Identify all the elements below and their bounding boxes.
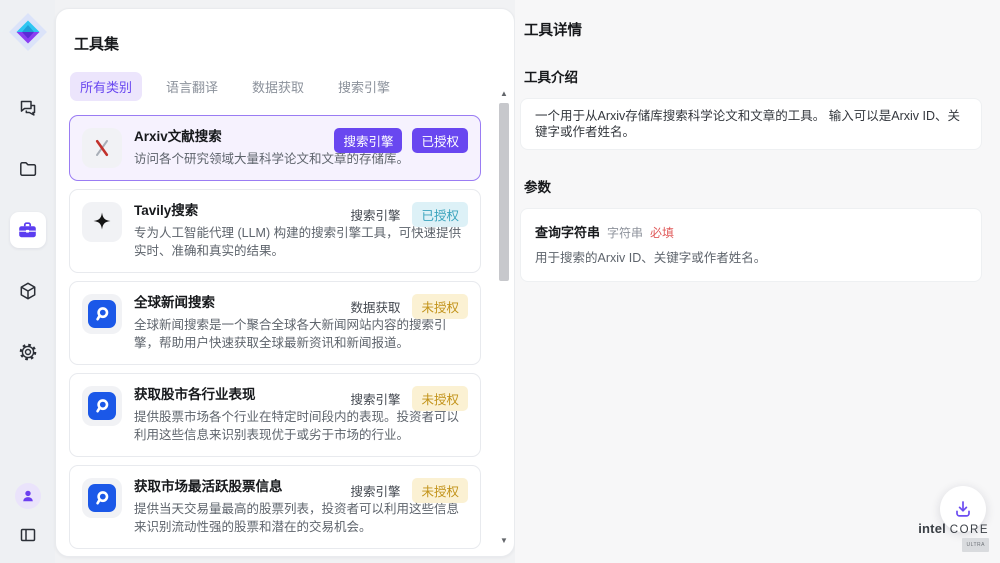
tool-status-badge: 未授权 [412,386,468,411]
tab-所有类别[interactable]: 所有类别 [70,72,142,101]
news-search-icon [88,300,116,328]
scroll-up-arrow[interactable]: ▲ [500,89,508,101]
sidebar-item-files[interactable] [10,151,46,187]
toolset-title: 工具集 [74,33,514,54]
parameter-description: 用于搜索的Arxiv ID、关键字或作者姓名。 [535,250,967,266]
cube-icon [18,281,38,301]
scroll-down-arrow[interactable]: ▼ [500,536,508,548]
tool-badges: 搜索引擎 未授权 [348,478,468,503]
tab-数据获取[interactable]: 数据获取 [242,72,314,101]
tool-description: 全球新闻搜索是一个聚合全球各大新闻网站内容的搜索引擎，帮助用户快速获取全球最新资… [134,316,464,352]
sidebar-item-toolbox[interactable] [10,212,46,248]
user-icon [20,488,36,504]
tool-category-badge: 搜索引擎 [334,128,402,153]
tool-intro-card: 一个用于从Arxiv存储库搜索科学论文和文章的工具。 输入可以是Arxiv ID… [520,98,982,150]
tool-card[interactable]: 获取股市各行业表现 提供股票市场各个行业在特定时间段内的表现。投资者可以利用这些… [69,373,481,457]
toolbox-icon [17,220,38,241]
tool-icon [82,478,122,518]
tool-icon [82,386,122,426]
gear-icon [18,342,38,362]
collapse-sidebar-button[interactable] [14,521,42,549]
arxiv-icon [90,136,114,160]
chat-icon [18,98,38,118]
tool-details-panel: 工具详情 工具介绍 一个用于从Arxiv存储库搜索科学论文和文章的工具。 输入可… [515,0,1000,563]
toolset-panel: 工具集 所有类别语言翻译数据获取搜索引擎 Arxiv文献搜索 访问各个研究领域大… [55,8,515,557]
tavily-icon [91,211,113,233]
tool-description: 提供股票市场各个行业在特定时间段内的表现。投资者可以利用这些信息来识别表现优于或… [134,408,464,444]
left-sidebar [0,0,55,563]
tool-status-badge: 已授权 [412,128,468,153]
tool-badges: 搜索引擎 已授权 [334,128,468,153]
tool-badges: 数据获取 未授权 [348,294,468,319]
tool-status-badge: 未授权 [412,478,468,503]
parameter-required-flag: 必填 [650,224,674,241]
tool-category-badge: 数据获取 [348,294,402,319]
tool-category-badge: 搜索引擎 [348,386,402,411]
tab-语言翻译[interactable]: 语言翻译 [156,72,228,101]
details-title: 工具详情 [524,19,982,40]
tab-搜索引擎[interactable]: 搜索引擎 [328,72,400,101]
panel-toggle-icon [19,526,37,544]
news-search-icon [88,392,116,420]
sidebar-bottom [14,483,42,549]
tool-card[interactable]: 获取市场最活跃股票信息 提供当天交易量最高的股票列表，投资者可以利用这些信息来识… [69,465,481,549]
parameter-type: 字符串 [607,224,643,241]
brand-ultra-badge: ULTRA [962,538,989,552]
tool-badges: 搜索引擎 已授权 [348,202,468,227]
sidebar-item-chat[interactable] [10,90,46,126]
tool-icon [82,202,122,242]
tool-description: 专为人工智能代理 (LLM) 构建的搜索引擎工具，可快速提供实时、准确和真实的结… [134,224,464,260]
tool-list-scrollbar[interactable]: ▲ ▼ [497,89,511,548]
parameter-header: 查询字符串 字符串 必填 [535,222,967,241]
intel-core-logo: intel CORE ULTRA [918,523,989,552]
scrollbar-thumb[interactable] [499,103,509,281]
params-heading: 参数 [524,176,982,196]
brand-core-text: CORE [950,524,989,536]
tool-card[interactable]: Arxiv文献搜索 访问各个研究领域大量科学论文和文章的存储库。 搜索引擎 已授… [69,115,481,181]
parameter-card: 查询字符串 字符串 必填 用于搜索的Arxiv ID、关键字或作者姓名。 [520,208,982,282]
scrollbar-track[interactable] [498,101,510,536]
tool-description: 提供当天交易量最高的股票列表，投资者可以利用这些信息来识别流动性强的股票和潜在的… [134,500,464,536]
tool-category-badge: 搜索引擎 [348,202,402,227]
sidebar-nav [10,90,46,370]
user-avatar[interactable] [15,483,41,509]
news-search-icon [88,484,116,512]
tool-category-badge: 搜索引擎 [348,478,402,503]
tool-icon [82,128,122,168]
tool-card[interactable]: 全球新闻搜索 全球新闻搜索是一个聚合全球各大新闻网站内容的搜索引擎，帮助用户快速… [69,281,481,365]
download-icon [953,499,973,519]
sidebar-item-models[interactable] [10,273,46,309]
tool-status-badge: 已授权 [412,202,468,227]
intro-heading: 工具介绍 [524,66,982,86]
parameter-name: 查询字符串 [535,222,600,241]
folder-icon [18,159,38,179]
tool-badges: 搜索引擎 未授权 [348,386,468,411]
brand-intel-text: intel [918,521,946,536]
sidebar-item-settings[interactable] [10,334,46,370]
category-tabs: 所有类别语言翻译数据获取搜索引擎 [70,72,514,101]
tool-card[interactable]: Tavily搜索 专为人工智能代理 (LLM) 构建的搜索引擎工具，可快速提供实… [69,189,481,273]
tool-icon [82,294,122,334]
tool-list: Arxiv文献搜索 访问各个研究领域大量科学论文和文章的存储库。 搜索引擎 已授… [69,115,481,557]
app-logo [8,12,48,52]
tool-status-badge: 未授权 [412,294,468,319]
